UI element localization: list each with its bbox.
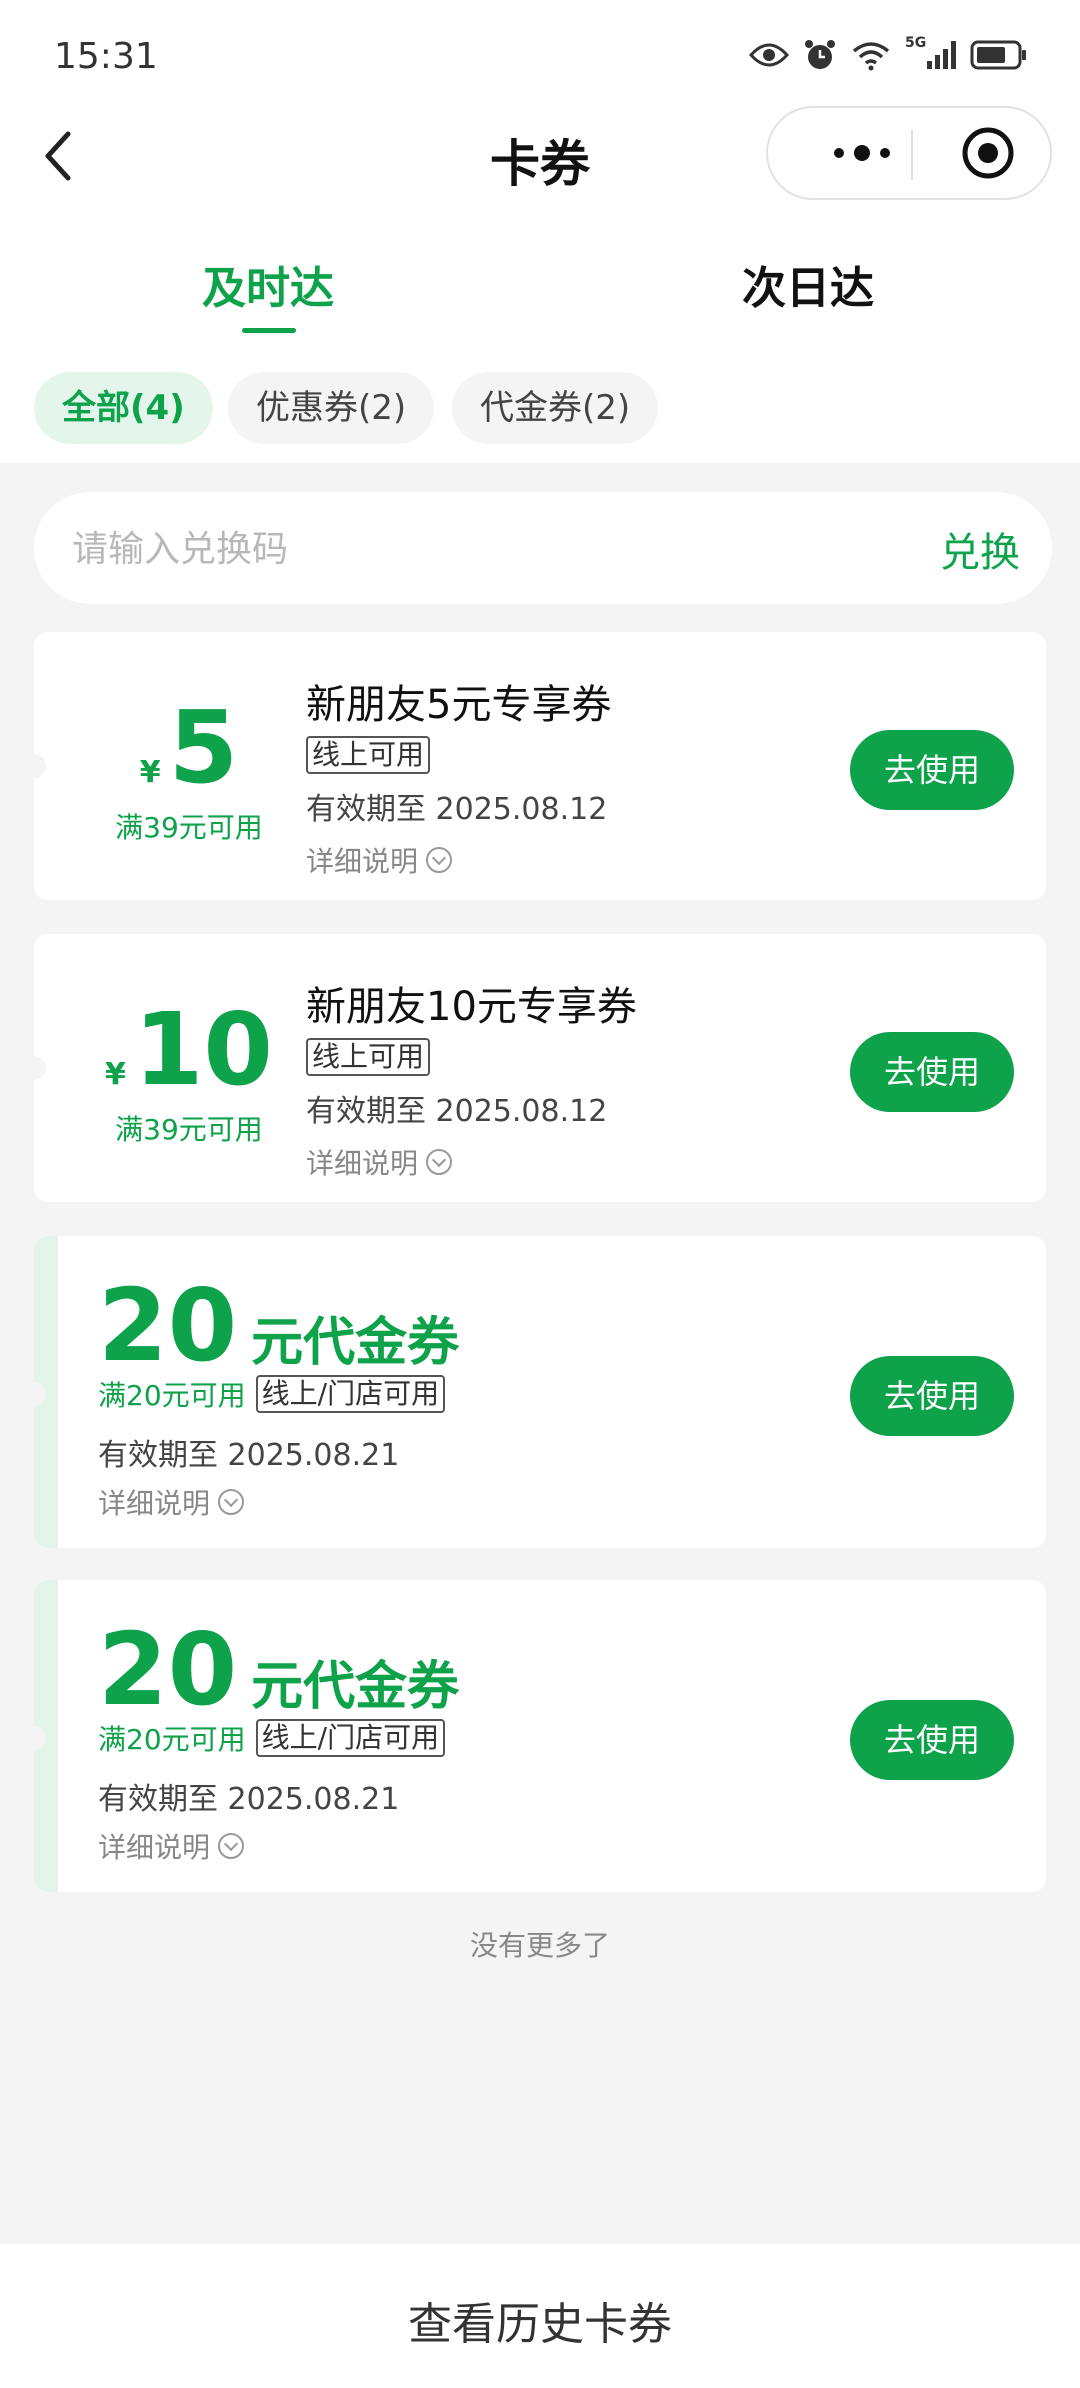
- filter-all[interactable]: 全部(4): [34, 372, 213, 444]
- coupon-card: ¥ 10 满39元可用 新朋友10元专享券 线上可用 有效期至 2025.08.…: [34, 934, 1046, 1202]
- chevron-down-icon: [218, 1489, 245, 1515]
- voucher-tag: 线上/门店可用: [255, 1719, 446, 1757]
- network-label: 5G: [905, 35, 927, 51]
- active-tab-indicator: [242, 328, 296, 333]
- voucher-tag: 线上/门店可用: [255, 1375, 446, 1413]
- coupon-tag: 线上可用: [306, 1038, 431, 1076]
- coupon-info: 新朋友5元专享券 线上可用 有效期至 2025.08.12 详细说明: [306, 672, 611, 880]
- filter-cash-vouchers[interactable]: 代金券(2): [452, 372, 659, 444]
- coupon-amount: 5: [168, 689, 239, 806]
- filter-discount-coupons[interactable]: 优惠券(2): [228, 372, 435, 444]
- use-coupon-button[interactable]: 去使用: [850, 1032, 1014, 1112]
- detail-label: 详细说明: [98, 1487, 211, 1520]
- card-notch: [34, 754, 46, 778]
- voucher-amount-block: 20 元代金券: [98, 1276, 459, 1376]
- coupon-info: 新朋友10元专享券 线上可用 有效期至 2025.08.12 详细说明: [306, 974, 637, 1182]
- voucher-label: 元代金券: [251, 1657, 460, 1717]
- coupon-condition: 满39元可用: [115, 1113, 263, 1146]
- status-icons: 5G: [749, 35, 1028, 72]
- coupon-detail-link[interactable]: 详细说明: [306, 840, 611, 880]
- card-notch: [34, 1056, 46, 1080]
- voucher-condition-row: 满20元可用 线上/门店可用: [98, 1374, 446, 1414]
- voucher-validity: 有效期至 2025.08.21: [98, 1782, 400, 1817]
- tab-instant-delivery[interactable]: 及时达: [202, 252, 334, 316]
- coupon-title: 新朋友5元专享券: [306, 682, 612, 728]
- signal-5g-icon: 5G: [905, 35, 956, 69]
- mini-program-capsule: [766, 106, 1052, 200]
- bottom-bar: 查看历史卡券: [0, 2244, 1080, 2388]
- wifi-icon: [852, 42, 890, 71]
- use-coupon-button[interactable]: 去使用: [850, 730, 1014, 810]
- alarm-icon: [805, 40, 835, 69]
- voucher-card: 20 元代金券 满20元可用 线上/门店可用 有效期至 2025.08.21 详…: [34, 1236, 1046, 1548]
- voucher-detail-link[interactable]: 详细说明: [98, 1482, 245, 1522]
- coupon-tag: 线上可用: [306, 736, 431, 774]
- voucher-amount: 20: [98, 1611, 238, 1728]
- redeem-code-input[interactable]: [70, 512, 874, 586]
- battery-icon: [970, 40, 1026, 70]
- voucher-amount: 20: [98, 1267, 238, 1384]
- voucher-amount-block: 20 元代金券: [98, 1620, 459, 1720]
- redeem-button[interactable]: 兑换: [940, 520, 1020, 578]
- coupon-amount: 10: [133, 991, 274, 1108]
- more-icon[interactable]: [812, 108, 912, 198]
- status-time: 15:31: [54, 36, 158, 77]
- detail-label: 详细说明: [306, 845, 419, 878]
- coupon-amount-block: ¥ 5 满39元可用: [94, 698, 284, 846]
- currency-symbol: ¥: [104, 1057, 126, 1092]
- redeem-bar: 兑换: [34, 492, 1052, 604]
- voucher-label: 元代金券: [251, 1313, 460, 1373]
- target-icon[interactable]: [961, 126, 1015, 180]
- header-area: 15:31 5G 卡券 及时达 次日达 全部(4) 优惠券(2) 代金券(2): [0, 0, 1080, 463]
- coupon-condition: 满39元可用: [115, 811, 263, 844]
- use-voucher-button[interactable]: 去使用: [850, 1700, 1014, 1780]
- eye-icon: [749, 43, 789, 67]
- view-history-button[interactable]: 查看历史卡券: [0, 2288, 1080, 2352]
- coupon-validity: 有效期至 2025.08.12: [306, 1094, 608, 1129]
- voucher-condition: 满20元可用: [98, 1723, 246, 1756]
- detail-label: 详细说明: [306, 1147, 419, 1180]
- end-of-list-note: 没有更多了: [469, 1929, 610, 1962]
- voucher-validity: 有效期至 2025.08.21: [98, 1438, 400, 1473]
- coupon-detail-link[interactable]: 详细说明: [306, 1142, 637, 1182]
- chevron-down-icon: [426, 847, 453, 873]
- use-voucher-button[interactable]: 去使用: [850, 1356, 1014, 1436]
- coupon-validity: 有效期至 2025.08.12: [306, 792, 608, 827]
- coupon-amount-block: ¥ 10 满39元可用: [94, 1000, 284, 1148]
- voucher-condition-row: 满20元可用 线上/门店可用: [98, 1718, 446, 1758]
- voucher-detail-link[interactable]: 详细说明: [98, 1826, 245, 1866]
- detail-label: 详细说明: [98, 1831, 211, 1864]
- capsule-divider: [911, 130, 913, 180]
- coupon-title: 新朋友10元专享券: [306, 984, 637, 1030]
- chevron-down-icon: [426, 1149, 453, 1175]
- voucher-card: 20 元代金券 满20元可用 线上/门店可用 有效期至 2025.08.21 详…: [34, 1580, 1046, 1892]
- coupon-card: ¥ 5 满39元可用 新朋友5元专享券 线上可用 有效期至 2025.08.12…: [34, 632, 1046, 900]
- chevron-down-icon: [218, 1833, 245, 1859]
- voucher-condition: 满20元可用: [98, 1379, 246, 1412]
- currency-symbol: ¥: [139, 755, 161, 790]
- tab-next-day-delivery[interactable]: 次日达: [742, 252, 874, 316]
